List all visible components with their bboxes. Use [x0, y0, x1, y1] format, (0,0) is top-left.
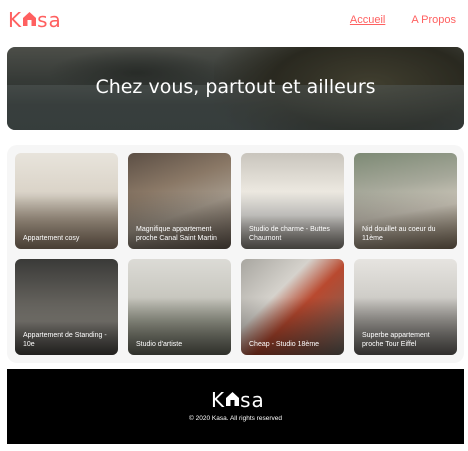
listing-card[interactable]: Superbe appartement proche Tour Eiffel — [354, 259, 457, 355]
banner-title: Chez vous, partout et ailleurs — [95, 76, 376, 98]
logo-letter-k: K — [8, 8, 23, 32]
listing-title: Appartement de Standing - 10e — [23, 332, 107, 348]
listing-card[interactable]: Nid douillet au coeur du 11ème — [354, 153, 457, 249]
listing-card[interactable]: Appartement de Standing - 10e — [15, 259, 118, 355]
main-nav: Accueil A Propos — [350, 14, 456, 26]
listing-title: Studio de charme - Buttes Chaumont — [249, 226, 330, 242]
logo-letters-sa: sa — [240, 388, 265, 412]
hero-banner: Chez vous, partout et ailleurs — [7, 47, 464, 130]
site-header: K sa Accueil A Propos — [0, 0, 468, 40]
listing-title: Studio d'artiste — [136, 341, 183, 348]
listing-card[interactable]: Cheap - Studio 18ème — [241, 259, 344, 355]
listing-card[interactable]: Studio de charme - Buttes Chaumont — [241, 153, 344, 249]
copyright-text: © 2020 Kasa. All rights reserved — [189, 415, 282, 422]
listing-card[interactable]: Studio d'artiste — [128, 259, 231, 355]
listing-card[interactable]: Appartement cosy — [15, 153, 118, 249]
listing-title: Magnifique appartement proche Canal Sain… — [136, 226, 217, 242]
listings-gallery: Appartement cosy Magnifique appartement … — [7, 145, 464, 363]
listing-card[interactable]: Magnifique appartement proche Canal Sain… — [128, 153, 231, 249]
nav-link-home[interactable]: Accueil — [350, 14, 385, 26]
listing-title: Cheap - Studio 18ème — [249, 341, 320, 348]
site-footer: K sa © 2020 Kasa. All rights reserved — [7, 369, 464, 444]
logo-letters-sa: sa — [37, 8, 62, 32]
listing-title: Appartement cosy — [23, 235, 80, 242]
house-icon — [225, 388, 240, 412]
kasa-logo[interactable]: K sa — [8, 8, 62, 32]
kasa-logo-footer: K sa — [211, 388, 265, 412]
house-icon — [22, 8, 37, 32]
logo-letter-k: K — [211, 388, 226, 412]
listing-title: Nid douillet au coeur du 11ème — [362, 226, 436, 242]
listing-title: Superbe appartement proche Tour Eiffel — [362, 332, 430, 348]
nav-link-about[interactable]: A Propos — [411, 14, 456, 26]
